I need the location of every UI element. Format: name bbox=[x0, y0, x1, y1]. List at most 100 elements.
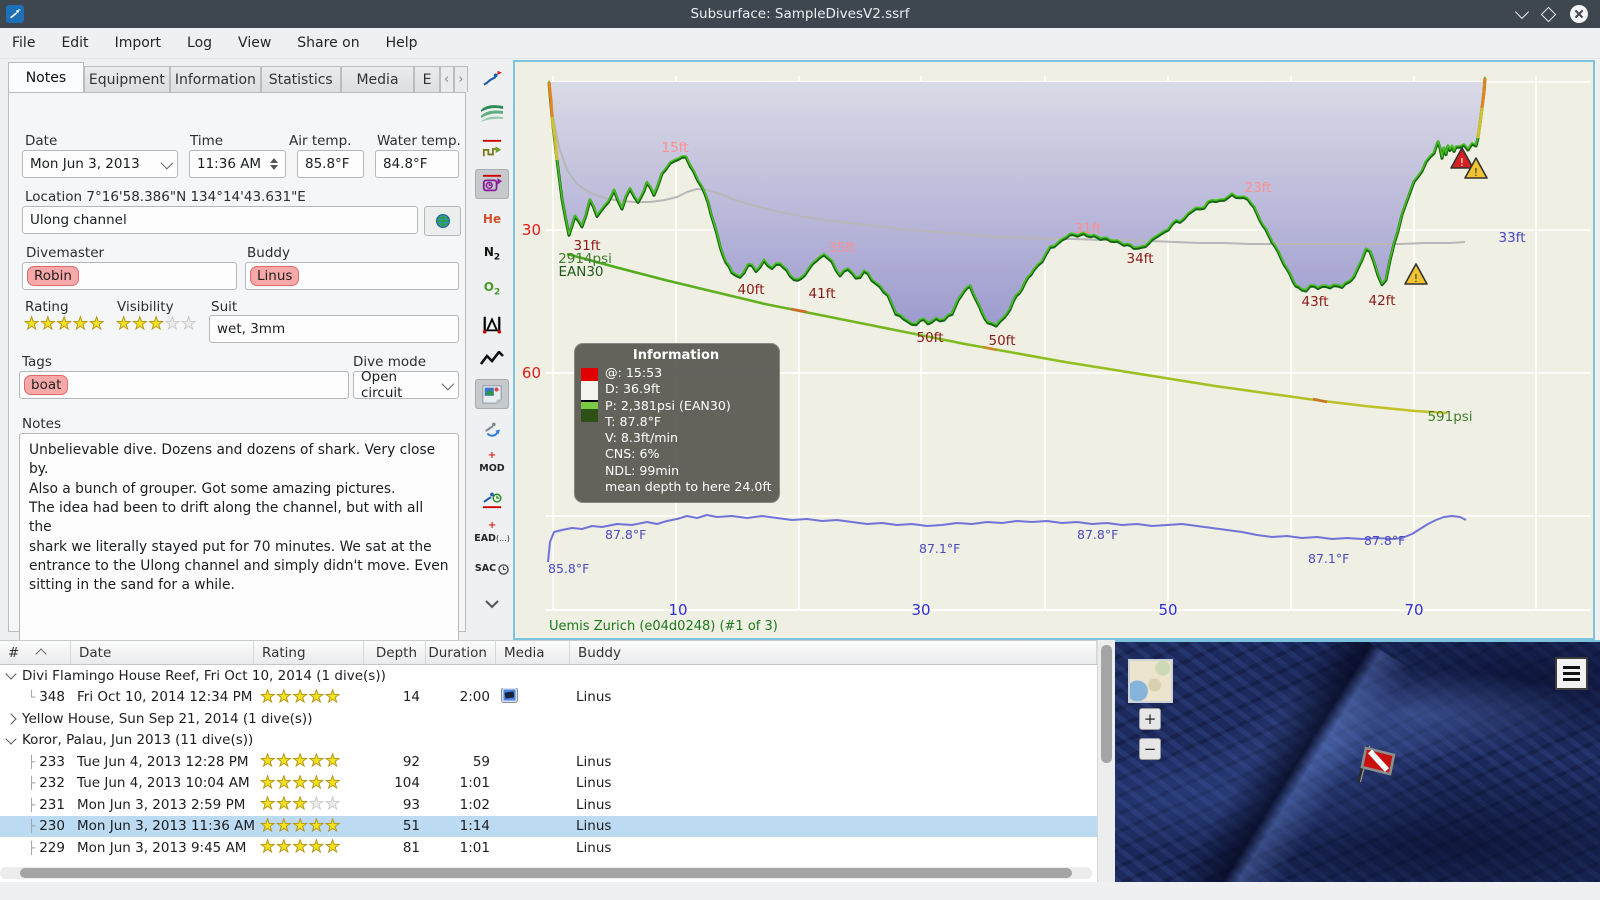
he-graph-toggle[interactable]: He bbox=[475, 204, 509, 234]
o2-graph-toggle[interactable]: O2 bbox=[475, 274, 509, 304]
tab-scroll-left[interactable]: ‹ bbox=[439, 66, 454, 92]
hscroll-thumb[interactable] bbox=[20, 868, 1072, 878]
map-zoom-out-button[interactable]: − bbox=[1139, 738, 1161, 760]
tab-equipment[interactable]: Equipment bbox=[83, 66, 170, 92]
header-cell[interactable]: Media bbox=[496, 641, 570, 664]
buddy-field[interactable]: Linus bbox=[245, 262, 459, 290]
time-value: 11:36 AM bbox=[197, 156, 262, 172]
date-combobox[interactable]: Mon Jun 3, 2013 bbox=[22, 150, 178, 178]
collapse-icon[interactable] bbox=[5, 668, 17, 680]
dive-row[interactable]: ├ 231 Mon Jun 3, 2013 2:59 PM ★★★★★ 93 1:02 Li… bbox=[0, 794, 1097, 816]
depth-annotation: 41ft bbox=[809, 286, 836, 302]
toolbar-scroll-down-icon[interactable] bbox=[475, 589, 509, 619]
menu-edit[interactable]: Edit bbox=[61, 35, 88, 51]
ruler-icon[interactable] bbox=[475, 309, 509, 339]
divemaster-tag[interactable]: Robin bbox=[27, 266, 79, 286]
dive-flag-marker[interactable] bbox=[1347, 738, 1399, 790]
sac-rate-toggle[interactable]: SAC bbox=[475, 554, 509, 584]
menu-share-on[interactable]: Share on bbox=[297, 35, 359, 51]
dive-buddy: Linus bbox=[576, 753, 612, 770]
menu-help[interactable]: Help bbox=[386, 35, 418, 51]
map-overview-inset[interactable] bbox=[1128, 659, 1173, 703]
dc-reported-ceiling-icon[interactable] bbox=[475, 169, 509, 199]
time-axis-tick: 70 bbox=[1404, 601, 1423, 619]
menu-view[interactable]: View bbox=[238, 35, 271, 51]
buddy-label: Buddy bbox=[247, 245, 290, 261]
location-field[interactable]: Ulong channel bbox=[22, 206, 418, 234]
media-thumbnail-icon[interactable] bbox=[502, 688, 517, 703]
header-cell[interactable]: # bbox=[0, 641, 71, 664]
menu-file[interactable]: File bbox=[12, 35, 35, 51]
tooltip-swatch bbox=[581, 409, 598, 422]
dive-row[interactable]: ├ 230 Mon Jun 3, 2013 11:36 AM ★★★★★ 51 1:14 L… bbox=[0, 815, 1097, 837]
trip-row[interactable]: Yellow House, Sun Sep 21, 2014 (1 dive(s… bbox=[0, 708, 1097, 730]
maximize-icon[interactable] bbox=[1540, 6, 1557, 22]
dive-row[interactable]: ├ 233 Tue Jun 4, 2013 12:28 PM ★★★★★ 92 59 Lin… bbox=[0, 751, 1097, 773]
divemaster-field[interactable]: Robin bbox=[22, 262, 237, 290]
n2-graph-toggle[interactable]: N2 bbox=[475, 239, 509, 269]
expand-icon[interactable] bbox=[5, 713, 17, 725]
buddy-tag[interactable]: Linus bbox=[250, 266, 300, 286]
mod-toggle[interactable]: + MOD bbox=[475, 449, 509, 479]
map-menu-button[interactable] bbox=[1555, 657, 1588, 690]
dive-row[interactable]: ├ 229 Mon Jun 3, 2013 9:45 AM ★★★★★ 81 1:01 Li… bbox=[0, 837, 1097, 859]
column-header-buddy: Buddy bbox=[578, 644, 621, 661]
watertemp-field[interactable]: 84.8°F bbox=[375, 150, 459, 178]
ead-toggle[interactable]: + EAD(...) bbox=[474, 519, 510, 549]
water-salinity-icon[interactable] bbox=[475, 99, 509, 129]
temperature-label: 85.8°F bbox=[548, 561, 589, 576]
deco-time-icon[interactable] bbox=[475, 484, 509, 514]
heart-rate-icon[interactable] bbox=[475, 344, 509, 374]
vertical-scrollbar[interactable] bbox=[1097, 640, 1115, 882]
header-cell[interactable]: Duration bbox=[426, 641, 496, 664]
dive-rating: ★★★★★ bbox=[254, 839, 364, 856]
dive-profile-chart[interactable]: 30 60 10 30 50 70 Uemis Zurich (e04d0248) (#1 … bbox=[513, 60, 1595, 640]
tab-statistics[interactable]: Statistics bbox=[260, 66, 341, 92]
minimize-icon[interactable] bbox=[1514, 4, 1530, 20]
recalculate-icon[interactable] bbox=[475, 414, 509, 444]
dive-row[interactable]: └ 348 Fri Oct 10, 2014 12:34 PM ★★★★★ 14 2:00… bbox=[0, 687, 1097, 709]
tab-e[interactable]: E bbox=[414, 66, 440, 92]
calculated-ceiling-icon[interactable] bbox=[475, 134, 509, 164]
tab-information[interactable]: Information bbox=[169, 66, 261, 92]
tooltip-swatch bbox=[581, 381, 598, 400]
header-cell[interactable]: Date bbox=[71, 641, 254, 664]
notes-textarea[interactable]: Unbelievable dive. Dozens and dozens of … bbox=[19, 433, 459, 645]
header-cell[interactable]: Depth bbox=[364, 641, 426, 664]
menu-import[interactable]: Import bbox=[115, 35, 161, 51]
header-cell[interactable]: Rating bbox=[254, 641, 364, 664]
temperature-label: 87.1°F bbox=[1308, 551, 1349, 566]
star-icon: ★ bbox=[181, 314, 198, 334]
time-spinbox[interactable]: 11:36 AM bbox=[189, 150, 286, 178]
tab-scroll-right[interactable]: › bbox=[453, 66, 468, 92]
trip-row[interactable]: Koror, Palau, Jun 2013 (11 dive(s)) bbox=[0, 730, 1097, 752]
suit-field[interactable]: wet, 3mm bbox=[209, 315, 459, 343]
photos-toggle[interactable] bbox=[475, 379, 509, 409]
column-header-rating: Rating bbox=[262, 644, 306, 661]
dive-mode-icon[interactable] bbox=[475, 64, 509, 94]
tab-notes[interactable]: Notes bbox=[8, 62, 84, 92]
globe-button[interactable] bbox=[424, 206, 461, 236]
header-cell[interactable]: Buddy bbox=[570, 641, 1097, 664]
collapse-icon[interactable] bbox=[5, 733, 17, 745]
dive-depth: 14 bbox=[402, 689, 420, 706]
map-zoom-in-button[interactable]: + bbox=[1139, 708, 1161, 730]
visibility-stars[interactable]: ★★★★★ bbox=[116, 314, 198, 334]
airtemp-field[interactable]: 85.8°F bbox=[297, 150, 364, 178]
trip-row[interactable]: Divi Flamingo House Reef, Fri Oct 10, 20… bbox=[0, 665, 1097, 687]
rating-stars[interactable]: ★★★★★ bbox=[24, 315, 105, 333]
close-icon[interactable] bbox=[1570, 5, 1588, 23]
tag-boat[interactable]: boat bbox=[24, 375, 69, 395]
spinner-arrows-icon[interactable] bbox=[270, 158, 278, 170]
tags-field[interactable]: boat bbox=[19, 371, 349, 399]
dive-site-map[interactable]: + − bbox=[1115, 640, 1600, 882]
menu-log[interactable]: Log bbox=[187, 35, 212, 51]
dive-number: 229 bbox=[39, 839, 65, 856]
divemode-combobox[interactable]: Open circuit bbox=[353, 369, 459, 401]
tab-media[interactable]: Media bbox=[340, 66, 415, 92]
vscroll-thumb[interactable] bbox=[1101, 645, 1112, 763]
depth-axis-tick: 30 bbox=[522, 221, 541, 239]
depth-annotation: 43ft bbox=[1302, 294, 1329, 310]
horizontal-scrollbar[interactable] bbox=[0, 867, 1092, 879]
dive-row[interactable]: ├ 232 Tue Jun 4, 2013 10:04 AM ★★★★★ 104 1:01… bbox=[0, 773, 1097, 795]
